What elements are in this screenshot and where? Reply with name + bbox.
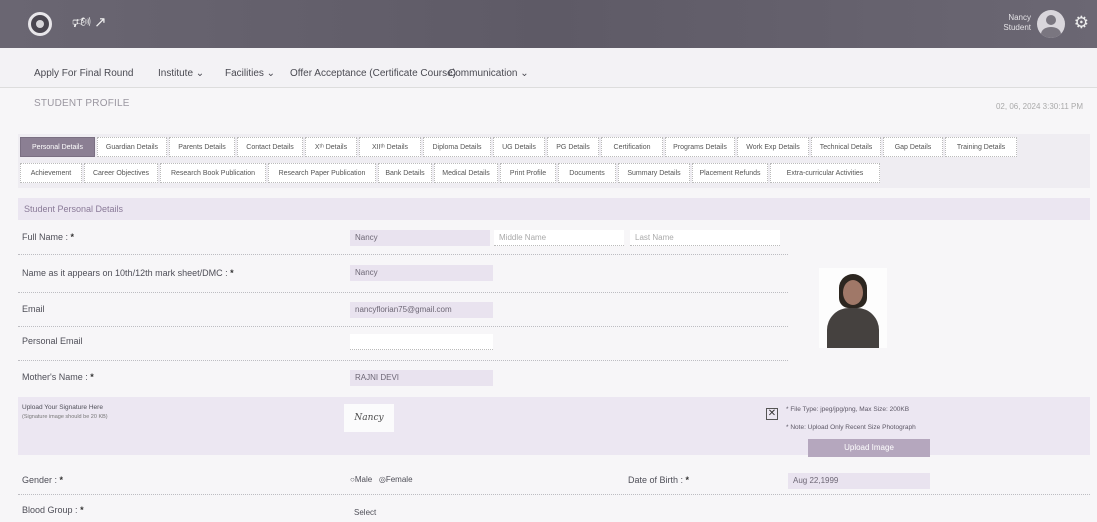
tab-diploma-details[interactable]: Diploma Details — [423, 137, 491, 157]
gender-label: Gender : * — [22, 475, 64, 485]
tab-print-profile[interactable]: Print Profile — [500, 163, 556, 183]
divider — [18, 494, 1090, 495]
tab-career-objectives[interactable]: Career Objectives — [84, 163, 158, 183]
main-menu: Apply For Final Round Institute ⌄ Facili… — [0, 48, 1097, 88]
tab-research-book-publication[interactable]: Research Book Publication — [160, 163, 266, 183]
name-as-marksheet-label: Name as it appears on 10th/12th mark she… — [22, 268, 234, 278]
tab-parents-details[interactable]: Parents Details — [169, 137, 235, 157]
tab-extra-curricular-activities[interactable]: Extra-curricular Activities — [770, 163, 880, 183]
tab-research-paper-publication[interactable]: Research Paper Publication — [268, 163, 376, 183]
divider — [18, 360, 788, 361]
divider — [18, 326, 788, 327]
tab-summary-details[interactable]: Summary Details — [618, 163, 690, 183]
tab-gap-details[interactable]: Gap Details — [883, 137, 943, 157]
blood-group-label: Blood Group : * — [22, 505, 84, 515]
tab-x-details[interactable]: Xᵗʰ Details — [305, 137, 357, 157]
menu-institute[interactable]: Institute ⌄ — [158, 68, 204, 79]
tab-programs-details[interactable]: Programs Details — [665, 137, 735, 157]
gender-options: ○Male ◎Female — [350, 475, 413, 484]
last-name-field[interactable]: Last Name — [630, 230, 780, 246]
email-label: Email — [22, 304, 45, 314]
email-field[interactable]: nancyflorian75@gmail.com — [350, 302, 493, 318]
blood-group-select[interactable]: Select — [354, 508, 376, 517]
app-logo[interactable] — [28, 12, 52, 36]
personal-email-label: Personal Email — [22, 336, 83, 346]
tab-ug-details[interactable]: UG Details — [493, 137, 545, 157]
menu-offer-acceptance[interactable]: Offer Acceptance (Certificate Course) — [290, 68, 456, 79]
top-bar: 🕬 ↗ Nancy Student ⚙ — [0, 0, 1097, 48]
gender-female-radio[interactable]: ◎Female — [379, 475, 413, 484]
name-as-marksheet-field[interactable]: Nancy — [350, 265, 493, 281]
section-header: Student Personal Details — [18, 198, 1090, 220]
personal-email-field[interactable] — [350, 334, 493, 350]
tab-pg-details[interactable]: PG Details — [547, 137, 599, 157]
tab-medical-details[interactable]: Medical Details — [434, 163, 498, 183]
gender-male-radio[interactable]: ○Male — [350, 475, 372, 484]
tab-documents[interactable]: Documents — [558, 163, 616, 183]
tab-technical-details[interactable]: Technical Details — [811, 137, 881, 157]
middle-name-field[interactable]: Middle Name — [494, 230, 624, 246]
tab-xii-details[interactable]: XIIᵗʰ Details — [359, 137, 421, 157]
menu-apply-final-round[interactable]: Apply For Final Round — [34, 68, 134, 79]
mother-name-field[interactable]: RAJNI DEVI — [350, 370, 493, 386]
user-avatar[interactable] — [1037, 10, 1065, 38]
dob-label: Date of Birth : * — [628, 475, 690, 485]
external-link-icon[interactable]: ↗ — [94, 14, 107, 32]
user-name[interactable]: Nancy Student — [1003, 13, 1031, 33]
photo-note: * Note: Upload Only Recent Size Photogra… — [786, 424, 916, 431]
page-title: STUDENT PROFILE — [34, 98, 130, 109]
close-icon[interactable]: ✕ — [766, 408, 778, 420]
file-type-note: * File Type: jpeg/jpg/png, Max Size: 200… — [786, 406, 910, 413]
signature-image: Nancy — [344, 404, 394, 432]
tab-placement-refunds[interactable]: Placement Refunds — [692, 163, 768, 183]
current-datetime: 02, 06, 2024 3:30:11 PM — [995, 102, 1083, 111]
menu-facilities[interactable]: Facilities ⌄ — [225, 68, 275, 79]
mother-name-label: Mother's Name : * — [22, 372, 94, 382]
megaphone-icon[interactable]: 🕬 — [72, 14, 91, 32]
tab-work-exp-details[interactable]: Work Exp Details — [737, 137, 809, 157]
tab-training-details[interactable]: Training Details — [945, 137, 1017, 157]
dob-field[interactable]: Aug 22,1999 — [788, 473, 930, 489]
tab-personal-details[interactable]: Personal Details — [20, 137, 95, 157]
menu-communication[interactable]: Communication ⌄ — [448, 68, 529, 79]
tab-certification[interactable]: Certification — [601, 137, 663, 157]
profile-photo — [819, 268, 887, 348]
signature-label: Upload Your Signature Here — [22, 404, 103, 411]
tab-guardian-details[interactable]: Guardian Details — [97, 137, 167, 157]
divider — [18, 292, 788, 293]
tab-contact-details[interactable]: Contact Details — [237, 137, 303, 157]
gear-icon[interactable]: ⚙ — [1074, 14, 1089, 32]
divider — [18, 254, 788, 255]
first-name-field[interactable]: Nancy — [350, 230, 490, 246]
full-name-label: Full Name : * — [22, 232, 75, 242]
signature-sublabel: (Signature image should be 20 KB) — [22, 414, 108, 420]
tab-bank-details[interactable]: Bank Details — [378, 163, 432, 183]
upload-image-button[interactable]: Upload Image — [808, 439, 930, 457]
section-title: Student Personal Details — [24, 204, 124, 214]
tab-achievement[interactable]: Achievement — [20, 163, 82, 183]
